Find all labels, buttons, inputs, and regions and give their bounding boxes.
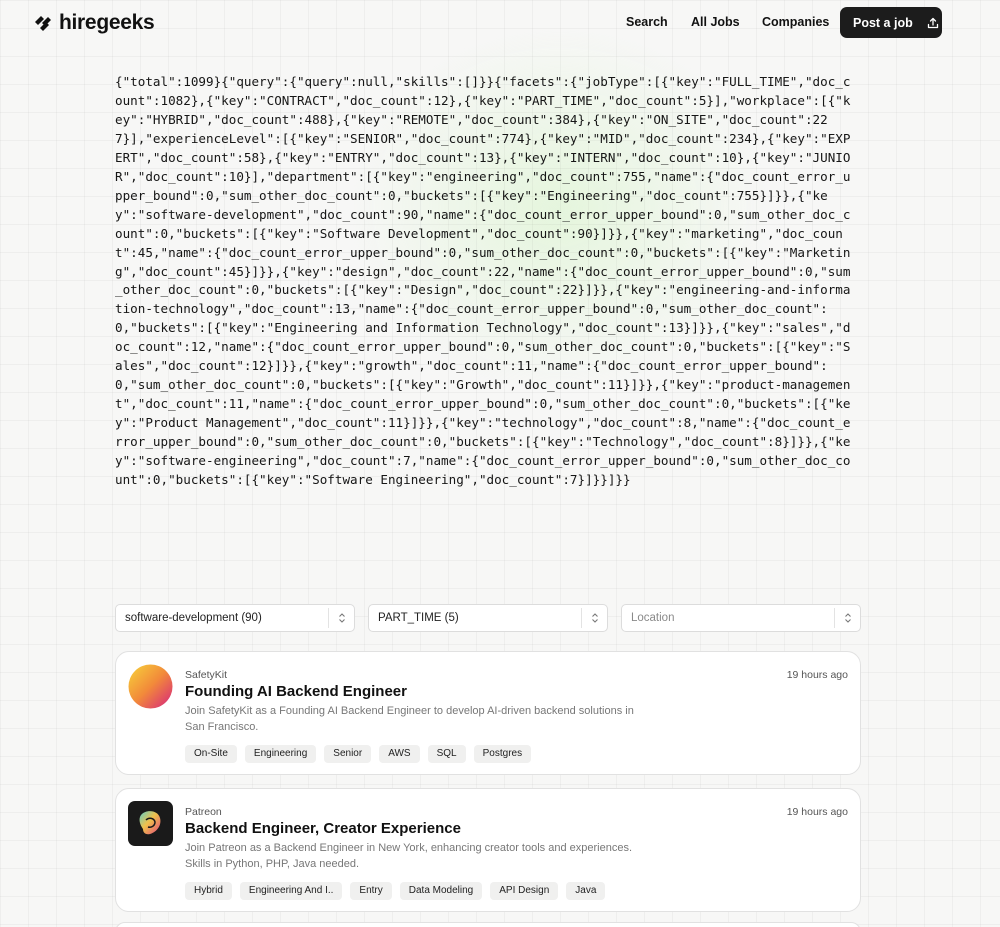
job-title[interactable]: Backend Engineer, Creator Experience <box>185 820 461 837</box>
post-job-label: Post a job <box>853 15 913 30</box>
job-tag: Entry <box>350 882 392 900</box>
company-name: Patreon <box>185 806 222 818</box>
nav-search[interactable]: Search <box>626 15 668 29</box>
filter-bar: software-development (90) PART_TIME (5) … <box>115 604 861 632</box>
chevron-updown-icon <box>834 608 860 628</box>
job-tag: AWS <box>379 745 420 763</box>
brand-name: hiregeeks <box>59 11 155 34</box>
job-tag: Postgres <box>473 745 532 763</box>
job-description: Join Patreon as a Backend Engineer in Ne… <box>185 842 633 870</box>
safetykit-logo-icon <box>128 664 173 709</box>
job-tag: SQL <box>427 745 466 763</box>
post-job-button[interactable]: Post a job <box>840 7 942 38</box>
job-tag: Engineering And I.. <box>239 882 343 900</box>
job-card[interactable]: Patreon 19 hours ago Backend Engineer, C… <box>115 788 861 912</box>
job-title[interactable]: Founding AI Backend Engineer <box>185 683 407 700</box>
department-select-value: software-development (90) <box>125 612 262 624</box>
nav-all-jobs[interactable]: All Jobs <box>691 15 740 29</box>
job-card[interactable]: SafetyKit 19 hours ago Founding AI Backe… <box>115 651 861 775</box>
job-tag: Senior <box>324 745 372 763</box>
job-card[interactable] <box>115 922 861 927</box>
posted-time: 19 hours ago <box>786 806 848 818</box>
job-type-select-value: PART_TIME (5) <box>378 612 459 624</box>
job-tag: Java <box>566 882 606 900</box>
nav-companies[interactable]: Companies <box>762 15 829 29</box>
job-tag: On-Site <box>185 745 237 763</box>
location-select-placeholder: Location <box>631 612 675 624</box>
job-tag: Data Modeling <box>399 882 483 900</box>
hiregeeks-logo-icon <box>35 16 51 31</box>
site-header: hiregeeks Search All Jobs Companies Post… <box>0 0 1000 44</box>
brand-logo[interactable]: hiregeeks <box>33 11 155 35</box>
job-tags: Hybrid Engineering And I.. Entry Data Mo… <box>185 882 606 900</box>
job-tag: Hybrid <box>185 882 232 900</box>
company-name: SafetyKit <box>185 669 228 681</box>
department-select[interactable]: software-development (90) <box>115 604 355 632</box>
job-tag: Engineering <box>244 745 317 763</box>
upload-icon <box>927 17 938 28</box>
chevron-updown-icon <box>581 608 607 628</box>
location-select[interactable]: Location <box>621 604 861 632</box>
posted-time: 19 hours ago <box>786 669 848 681</box>
job-description: Join SafetyKit as a Founding AI Backend … <box>185 705 634 733</box>
job-tags: On-Site Engineering Senior AWS SQL Postg… <box>185 745 532 763</box>
debug-json-output: {"total":1099}{"query":{"query":null,"sk… <box>115 74 851 488</box>
chevron-updown-icon <box>328 608 354 628</box>
job-type-select[interactable]: PART_TIME (5) <box>368 604 608 632</box>
job-tag: API Design <box>490 882 559 900</box>
patreon-logo-icon <box>128 801 173 846</box>
